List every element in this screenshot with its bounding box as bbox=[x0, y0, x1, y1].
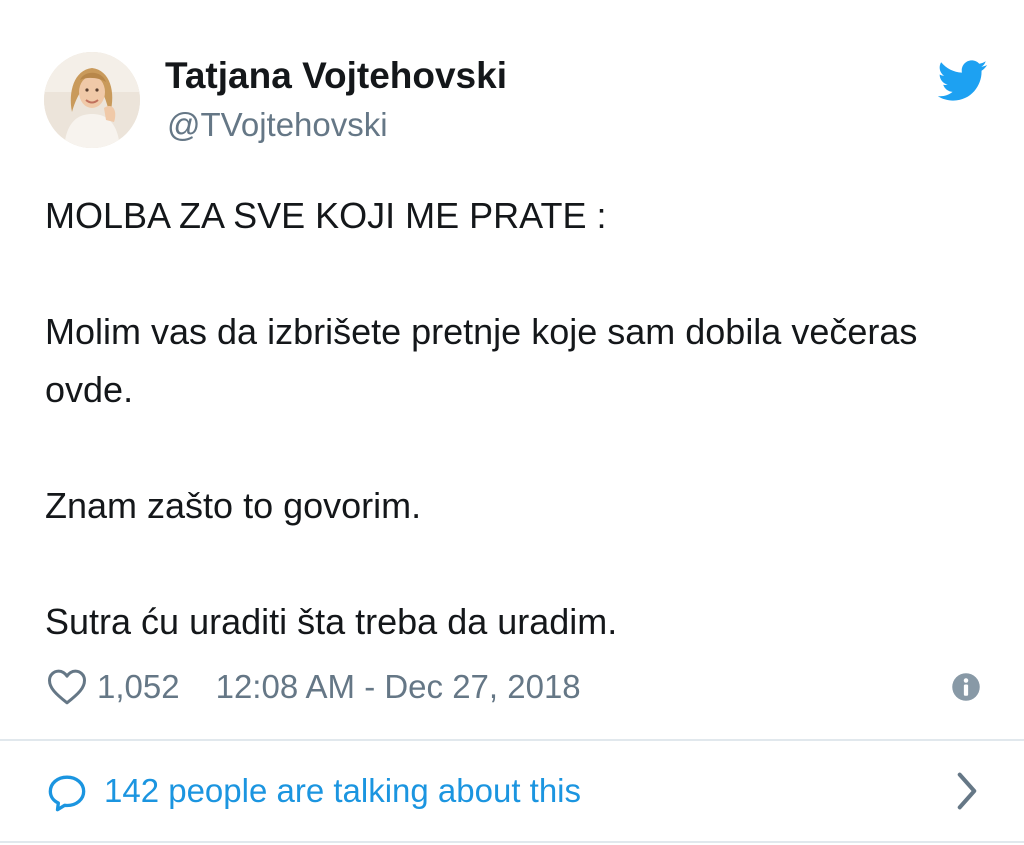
tweet-timestamp[interactable]: 12:08 AM - Dec 27, 2018 bbox=[216, 668, 581, 706]
heart-icon[interactable] bbox=[47, 668, 87, 706]
tweet-paragraph: Sutra ću uraditi šta treba da uradim. bbox=[45, 601, 618, 642]
tweet-text: MOLBA ZA SVE KOJI ME PRATE : Molim vas d… bbox=[45, 187, 985, 651]
profile-photo bbox=[44, 52, 140, 148]
tweet-paragraph: Znam zašto to govorim. bbox=[45, 485, 422, 526]
info-icon[interactable] bbox=[951, 672, 981, 702]
speech-bubble-icon bbox=[48, 775, 86, 812]
like-count[interactable]: 1,052 bbox=[97, 668, 180, 706]
conversation-label[interactable]: 142 people are talking about this bbox=[104, 769, 581, 813]
chevron-right-icon[interactable] bbox=[956, 771, 978, 811]
author-handle[interactable]: @TVojtehovski bbox=[167, 104, 388, 146]
author-display-name[interactable]: Tatjana Vojtehovski bbox=[165, 52, 507, 100]
tweet-paragraph: Molim vas da izbrišete pretnje koje sam … bbox=[45, 311, 918, 410]
bottom-divider bbox=[0, 841, 1024, 843]
avatar[interactable] bbox=[44, 52, 140, 148]
twitter-bird-icon[interactable] bbox=[938, 60, 988, 102]
tweet-meta: 1,052 12:08 AM - Dec 27, 2018 bbox=[47, 664, 581, 710]
tweet-paragraph: MOLBA ZA SVE KOJI ME PRATE : bbox=[45, 195, 607, 236]
conversation-link[interactable]: 142 people are talking about this bbox=[0, 741, 1024, 841]
